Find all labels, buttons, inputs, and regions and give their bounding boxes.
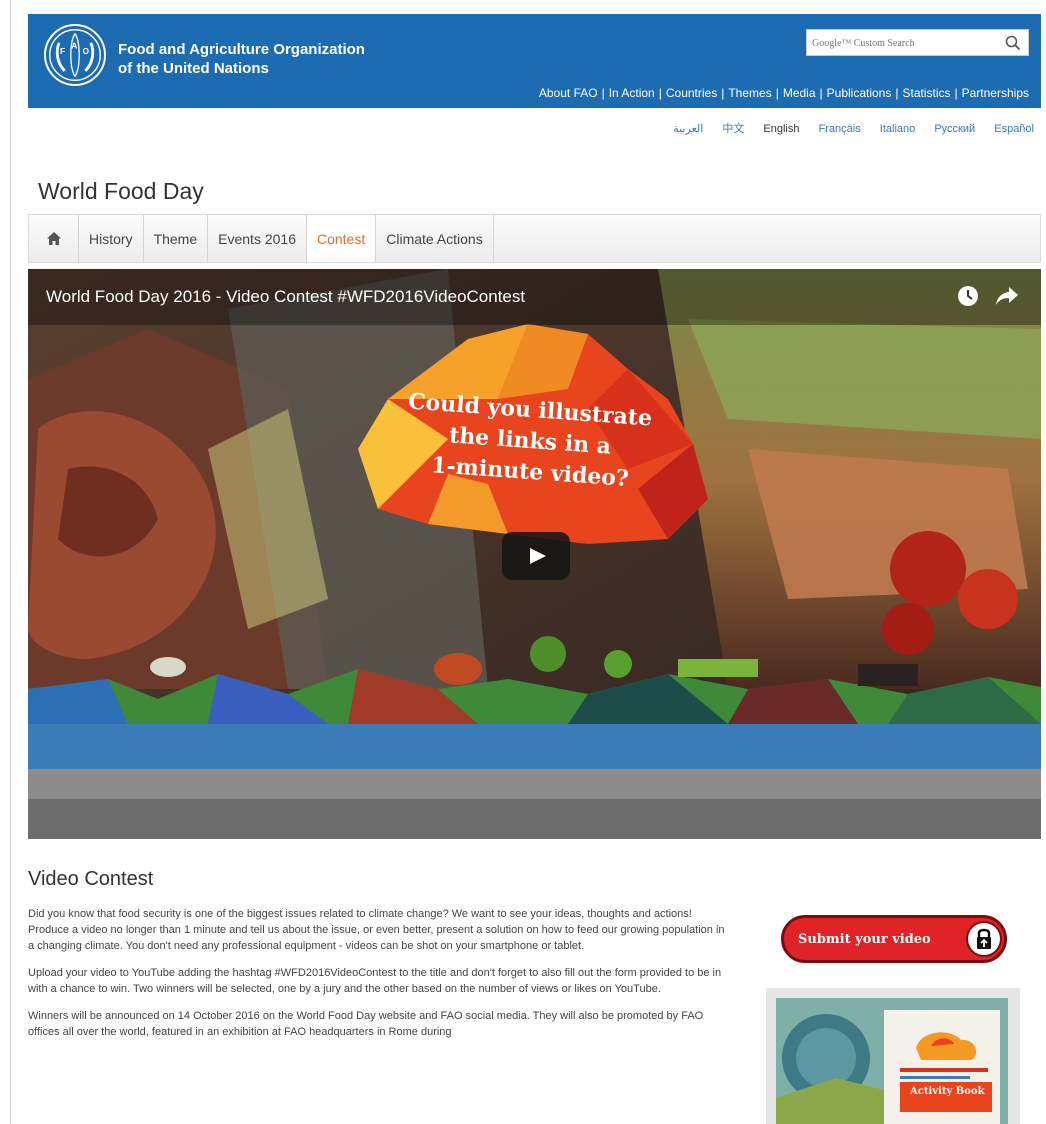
submit-video-button[interactable]: Submit your video: [781, 915, 1007, 963]
lang-spanish[interactable]: Español: [994, 123, 1034, 135]
page-title: World Food Day: [38, 178, 204, 204]
activity-book-promo[interactable]: Activity Book: [766, 988, 1020, 1124]
fao-logo-icon: F A O: [49, 29, 101, 81]
section-title: Video Contest: [28, 868, 154, 890]
tab-theme[interactable]: Theme: [144, 215, 209, 262]
paragraph-1: Did you know that food security is one o…: [28, 908, 725, 952]
activity-book-cover: Activity Book: [776, 998, 1008, 1124]
page-border: [10, 0, 11, 1124]
video-player[interactable]: World Food Day 2016 - Video Contest #WFD…: [28, 269, 1041, 839]
lang-russian[interactable]: Русский: [934, 123, 975, 135]
watch-later-icon[interactable]: [957, 285, 979, 307]
page: F A O Food and Agriculture Organization …: [0, 0, 1046, 1124]
tab-home[interactable]: [29, 215, 79, 262]
home-icon: [46, 232, 61, 245]
lang-italian[interactable]: Italiano: [880, 123, 915, 135]
organization-name[interactable]: Food and Agriculture Organization of the…: [118, 40, 365, 78]
svg-text:F: F: [60, 46, 65, 56]
fao-logo[interactable]: F A O: [44, 24, 106, 86]
nav-partnerships[interactable]: Partnerships: [962, 86, 1029, 100]
activity-book-illustration: [776, 998, 1008, 1124]
tab-events-2016[interactable]: Events 2016: [208, 215, 307, 262]
search-box: [806, 29, 1029, 56]
paragraph-3: Winners will be announced on 14 October …: [28, 1010, 704, 1038]
submit-video-label: Submit your video: [798, 931, 931, 947]
video-headline: Could you illustrate the links in a 1-mi…: [380, 389, 680, 492]
nav-statistics[interactable]: Statistics: [902, 86, 950, 100]
tab-history[interactable]: History: [79, 215, 144, 262]
play-icon: [530, 548, 546, 564]
nav-about-fao[interactable]: About FAO: [539, 86, 598, 100]
video-title[interactable]: World Food Day 2016 - Video Contest #WFD…: [46, 287, 525, 307]
org-name-line2: of the United Nations: [118, 60, 269, 77]
nav-themes[interactable]: Themes: [728, 86, 771, 100]
nav-in-action[interactable]: In Action: [609, 86, 655, 100]
lang-arabic[interactable]: العربية: [673, 123, 703, 135]
svg-text:A: A: [71, 40, 77, 50]
search-icon[interactable]: [1004, 34, 1022, 52]
lang-chinese[interactable]: 中文: [722, 123, 744, 135]
lang-french[interactable]: Français: [819, 123, 861, 135]
contest-description: Did you know that food security is one o…: [28, 906, 733, 1051]
upload-lock-icon: [966, 921, 1002, 957]
paragraph-2: Upload your video to YouTube adding the …: [28, 967, 722, 995]
nav-media[interactable]: Media: [783, 86, 816, 100]
org-name-line1: Food and Agriculture Organization: [118, 41, 365, 58]
language-bar: العربية 中文 English Français Italiano Рус…: [657, 120, 1034, 136]
play-button[interactable]: [502, 532, 570, 580]
tab-contest[interactable]: Contest: [306, 215, 377, 262]
site-header: F A O Food and Agriculture Organization …: [28, 14, 1041, 108]
svg-text:O: O: [82, 46, 89, 56]
activity-book-title: Activity Book: [910, 1086, 985, 1097]
lang-english[interactable]: English: [763, 123, 799, 135]
share-icon[interactable]: [995, 285, 1019, 307]
main-nav: About FAO | In Action | Countries | Themes | Med…: [538, 86, 1029, 100]
tab-climate-actions[interactable]: Climate Actions: [376, 215, 494, 262]
search-input[interactable]: [812, 33, 997, 53]
section-tabs: History Theme Events 2016 Contest Climat…: [28, 214, 1041, 263]
nav-countries[interactable]: Countries: [666, 86, 717, 100]
nav-publications[interactable]: Publications: [827, 86, 892, 100]
